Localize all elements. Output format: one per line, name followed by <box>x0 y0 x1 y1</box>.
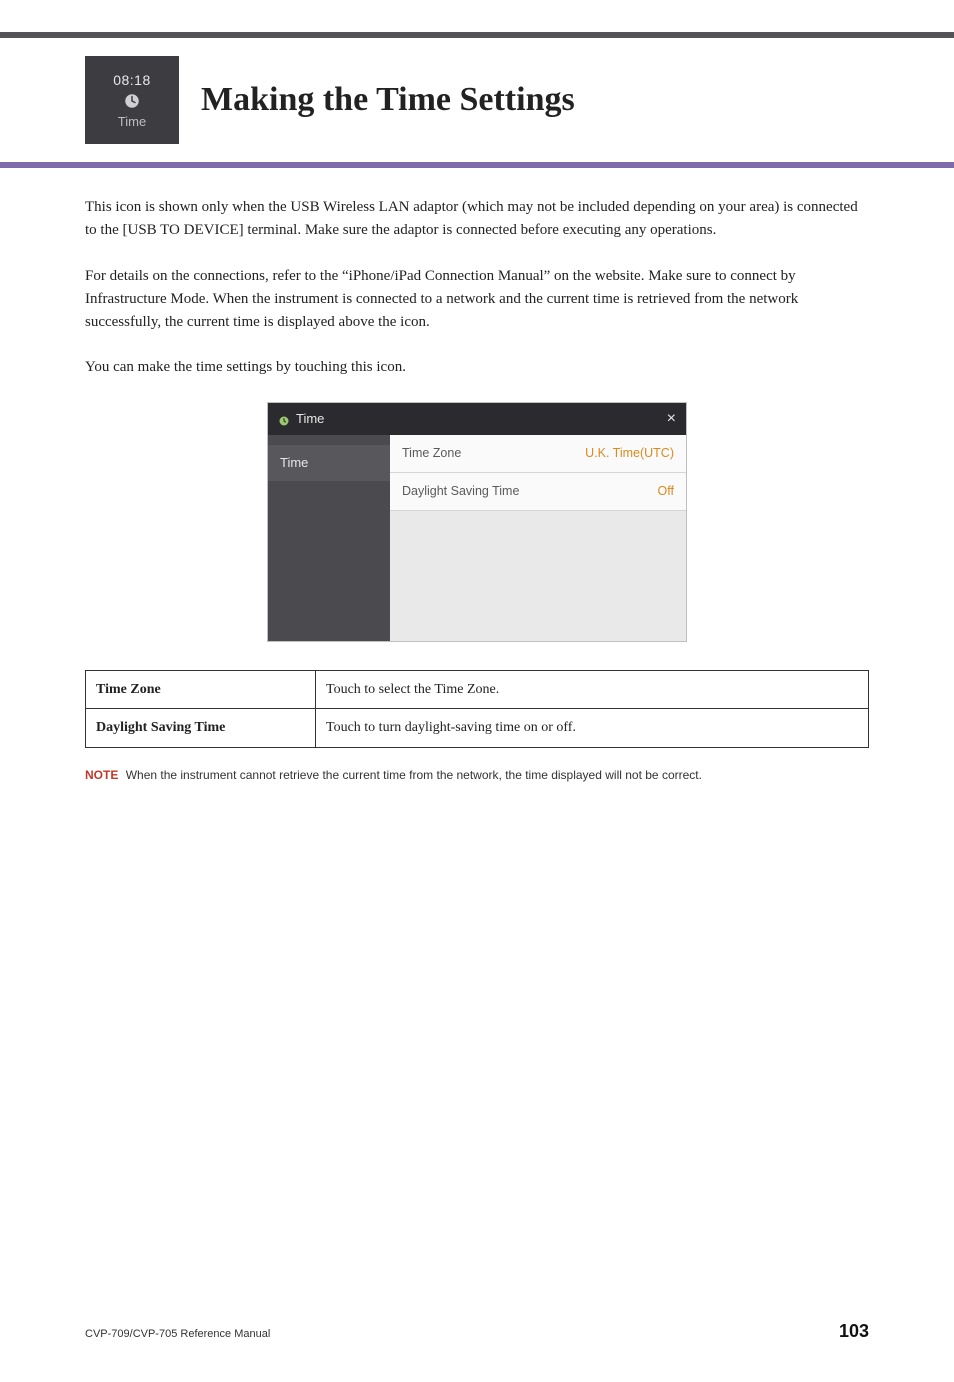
def-term: Daylight Saving Time <box>86 709 316 748</box>
table-row: Daylight Saving Time Touch to turn dayli… <box>86 709 869 748</box>
dialog-sidebar: Time <box>268 435 390 641</box>
dialog-header-title: Time <box>296 409 324 429</box>
paragraph-3: You can make the time settings by touchi… <box>85 356 869 379</box>
paragraph-2: For details on the connections, refer to… <box>85 265 869 335</box>
def-desc: Touch to turn daylight-saving time on or… <box>316 709 869 748</box>
time-dialog-screenshot: Time × Time Time Zone U.K. Time(UTC) Da <box>85 402 869 642</box>
setting-row-timezone[interactable]: Time Zone U.K. Time(UTC) <box>390 435 686 473</box>
dialog-header: Time × <box>268 403 686 435</box>
time-tile-clock: 08:18 <box>113 72 151 88</box>
def-term: Time Zone <box>86 670 316 709</box>
sidebar-item-time[interactable]: Time <box>268 445 390 481</box>
dialog-main: Time Zone U.K. Time(UTC) Daylight Saving… <box>390 435 686 641</box>
time-app-tile[interactable]: 08:18 Time <box>85 56 179 144</box>
clock-icon <box>278 413 290 425</box>
header-row: 08:18 Time Making the Time Settings <box>0 38 954 162</box>
dialog-body: Time Time Zone U.K. Time(UTC) Daylight S… <box>268 435 686 641</box>
setting-label: Time Zone <box>402 444 461 463</box>
dialog-header-title-group: Time <box>278 409 324 429</box>
definition-table: Time Zone Touch to select the Time Zone.… <box>85 670 869 748</box>
setting-value: U.K. Time(UTC) <box>585 444 674 463</box>
page-title: Making the Time Settings <box>201 81 575 119</box>
footer-page-number: 103 <box>839 1321 869 1342</box>
setting-label: Daylight Saving Time <box>402 482 519 501</box>
paragraph-1: This icon is shown only when the USB Wir… <box>85 196 869 243</box>
table-row: Time Zone Touch to select the Time Zone. <box>86 670 869 709</box>
setting-value: Off <box>658 482 674 501</box>
note-line: NOTE When the instrument cannot retrieve… <box>85 766 869 785</box>
clock-icon <box>123 92 141 110</box>
page-footer: CVP-709/CVP-705 Reference Manual 103 <box>85 1321 869 1342</box>
close-icon[interactable]: × <box>667 411 676 427</box>
note-label: NOTE <box>85 768 118 782</box>
sidebar-item-label: Time <box>280 455 308 470</box>
footer-doc-title: CVP-709/CVP-705 Reference Manual <box>85 1328 270 1340</box>
def-desc: Touch to select the Time Zone. <box>316 670 869 709</box>
content-area: This icon is shown only when the USB Wir… <box>0 168 954 785</box>
time-tile-label: Time <box>118 114 146 129</box>
note-text: When the instrument cannot retrieve the … <box>126 768 702 782</box>
time-dialog: Time × Time Time Zone U.K. Time(UTC) Da <box>267 402 687 642</box>
setting-row-dst[interactable]: Daylight Saving Time Off <box>390 473 686 511</box>
